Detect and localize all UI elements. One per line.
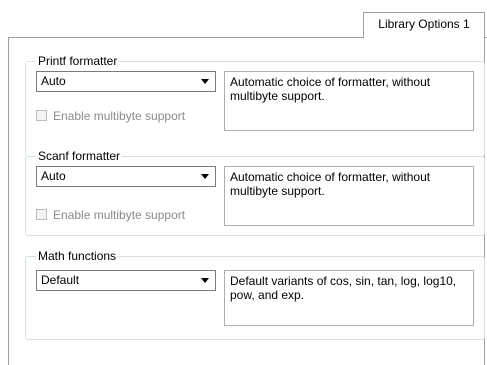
checkbox-icon [36,110,47,122]
printf-formatter-description: Automatic choice of formatter, without m… [224,71,474,131]
printf-formatter-description-text: Automatic choice of formatter, without m… [230,75,431,103]
math-functions-description-text: Default variants of cos, sin, tan, log, … [230,274,457,302]
printf-formatter-group: Printf formatter Auto Automatic choice o… [25,54,485,157]
printf-formatter-value: Auto [41,74,66,88]
library-options-page: Library Options 1 Printf formatter Auto … [0,0,487,365]
math-functions-group: Math functions Default Default variants … [25,249,485,340]
printf-formatter-title: Printf formatter [36,54,120,68]
tab-label: Library Options 1 [378,17,470,31]
scanf-formatter-title: Scanf formatter [36,149,123,163]
scanf-formatter-value: Auto [41,169,66,183]
scanf-formatter-description: Automatic choice of formatter, without m… [224,166,474,226]
scanf-formatter-group: Scanf formatter Auto Automatic choice of… [25,149,485,236]
chevron-down-icon [201,79,209,84]
tab-strip-line [8,37,364,38]
scanf-formatter-description-text: Automatic choice of formatter, without m… [230,170,431,198]
chevron-down-icon [201,174,209,179]
math-functions-select[interactable]: Default [36,270,216,291]
page-left-border [8,37,9,365]
printf-formatter-select[interactable]: Auto [36,71,216,92]
scanf-multibyte-checkbox[interactable]: Enable multibyte support [36,207,185,223]
tab-library-options-1[interactable]: Library Options 1 [363,12,485,38]
printf-multibyte-checkbox[interactable]: Enable multibyte support [36,108,185,124]
math-functions-description: Default variants of cos, sin, tan, log, … [224,270,474,326]
math-functions-title: Math functions [36,249,119,263]
chevron-down-icon [201,278,209,283]
scanf-formatter-select[interactable]: Auto [36,166,216,187]
scanf-multibyte-label: Enable multibyte support [53,208,186,222]
checkbox-icon [36,209,47,221]
math-functions-value: Default [41,273,80,287]
printf-multibyte-label: Enable multibyte support [53,109,186,123]
